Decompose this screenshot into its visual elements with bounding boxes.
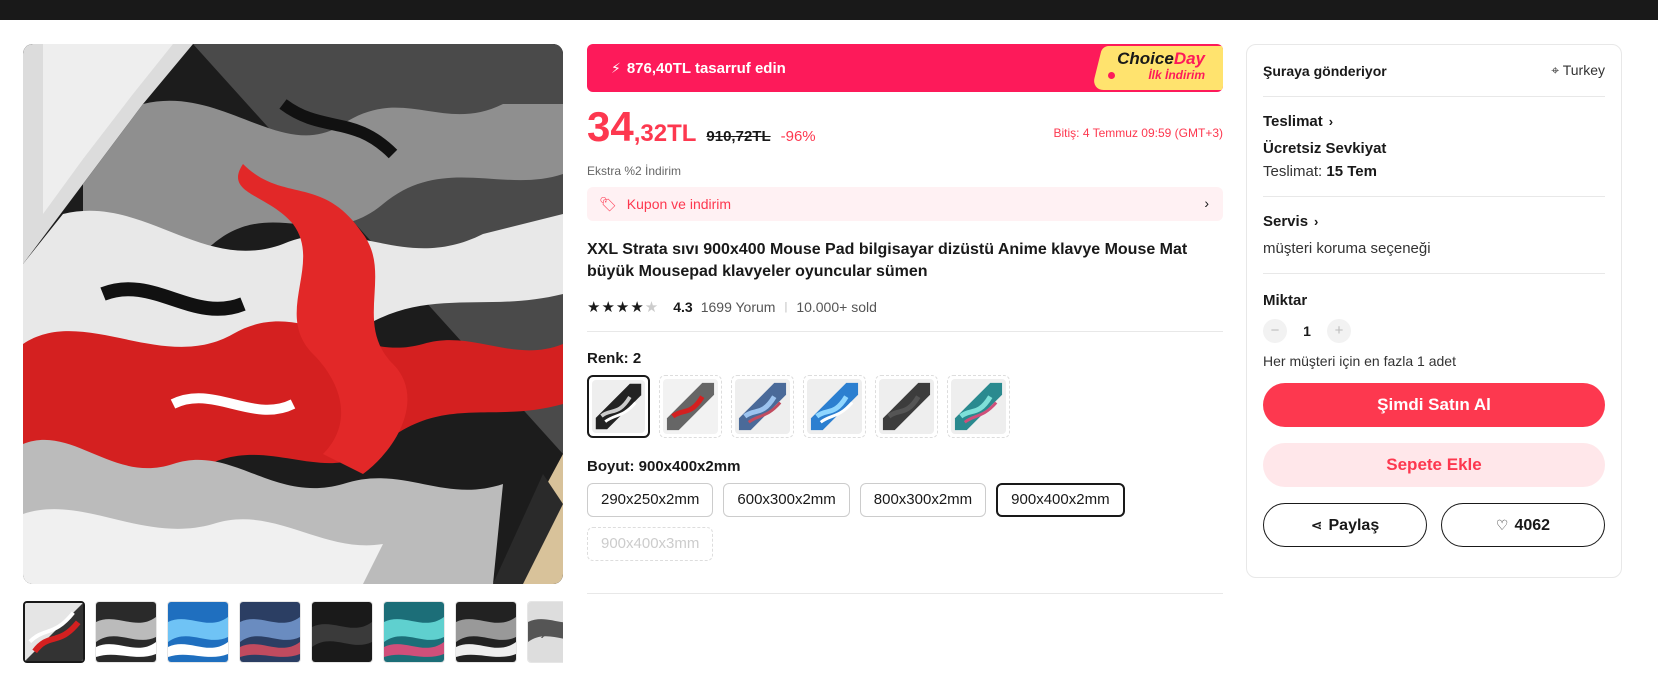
buy-now-button[interactable]: Şimdi Satın Al [1263, 383, 1605, 427]
wishlist-button[interactable]: ♡ 4062 [1441, 503, 1605, 547]
thumbnail[interactable] [167, 601, 229, 663]
review-count-link[interactable]: 1699 Yorum [701, 299, 776, 315]
add-to-cart-button[interactable]: Sepete Ekle [1263, 443, 1605, 487]
delivery-section: Teslimat › Ücretsiz Sevkiyat Teslimat: 15… [1263, 97, 1605, 197]
thumbnail[interactable] [239, 601, 301, 663]
share-button[interactable]: ⋖ Paylaş [1263, 503, 1427, 547]
chevron-right-icon: › [1204, 195, 1209, 211]
size-option-selected[interactable]: 900x400x2mm [996, 483, 1125, 517]
size-option[interactable]: 800x300x2mm [859, 483, 987, 517]
service-header[interactable]: Servis › [1263, 213, 1605, 230]
share-icon: ⋖ [1310, 517, 1323, 533]
badge-text-day: Day [1173, 49, 1205, 68]
thumbnail-strip [23, 601, 563, 665]
country-text: Turkey [1562, 62, 1605, 78]
minus-icon[interactable]: − [1263, 319, 1287, 343]
color-swatch[interactable] [803, 375, 866, 438]
color-label: Renk: 2 [587, 350, 642, 367]
size-option[interactable]: 600x300x2mm [723, 483, 850, 517]
size-label: Boyut: 900x400x2mm [587, 458, 741, 475]
color-swatch[interactable] [947, 375, 1010, 438]
star-rating-icon[interactable]: ★★★★★ [587, 298, 659, 316]
share-label: Paylaş [1328, 517, 1380, 534]
price-integer: 34 [587, 103, 634, 150]
size-options: 290x250x2mm 600x300x2mm 800x300x2mm 900x… [587, 483, 1147, 561]
service-title: Servis [1263, 213, 1309, 230]
extra-discount: Ekstra %2 İndirim [587, 164, 682, 178]
quantity-value[interactable]: 1 [1287, 323, 1327, 339]
coupon-bar[interactable]: 🏷 Kupon ve indirim › [587, 187, 1223, 221]
quantity-stepper: − 1 + [1263, 319, 1605, 343]
chevron-right-icon: › [1314, 214, 1319, 229]
divider [587, 331, 1223, 332]
badge-text-choice: Choice [1117, 49, 1174, 68]
thumbnail[interactable] [383, 601, 445, 663]
secondary-actions: ⋖ Paylaş ♡ 4062 [1263, 503, 1605, 547]
wishlist-count: 4062 [1514, 517, 1551, 534]
size-option-disabled: 900x400x3mm [587, 527, 714, 561]
size-option[interactable]: 290x250x2mm [587, 483, 714, 517]
product-title: XXL Strata sıvı 900x400 Mouse Pad bilgis… [587, 241, 1188, 280]
color-swatch[interactable] [731, 375, 794, 438]
quantity-limit: Her müşteri için en fazla 1 adet [1263, 353, 1456, 369]
badge-dot-icon [1108, 72, 1115, 79]
savings-text: 876,40TL tasarruf edin [626, 59, 786, 77]
price-decimal: ,32TL [633, 120, 697, 147]
ship-to-label: Şuraya gönderiyor [1263, 62, 1387, 79]
plus-icon[interactable]: + [1327, 319, 1351, 343]
service-section: Servis › müşteri koruma seçeneği [1263, 197, 1605, 274]
color-swatch[interactable] [587, 375, 650, 438]
product-info: ⚡ 876,40TL tasarruf edin ChoiceDay İlk İ… [587, 44, 1223, 594]
heart-icon: ♡ [1495, 517, 1509, 533]
lightning-icon: ⚡ [611, 59, 621, 76]
ship-to-country[interactable]: ⌖ Turkey [1551, 62, 1605, 79]
chevron-right-icon: › [1328, 114, 1334, 129]
separator: | [784, 301, 788, 313]
color-swatch[interactable] [875, 375, 938, 438]
delivery-header[interactable]: Teslimat › [1263, 113, 1605, 130]
original-price: 910,72TL [706, 128, 771, 145]
delivery-title: Teslimat [1263, 113, 1323, 130]
free-shipping: Ücretsiz Sevkiyat [1263, 140, 1387, 157]
discount-percent: -96% [780, 128, 816, 145]
delivery-prefix: Teslimat: [1263, 163, 1323, 180]
coupon-label: Kupon ve indirim [626, 196, 732, 212]
delivery-date: Teslimat: 15 Tem [1263, 163, 1605, 180]
rating-row: ★★★★★ 4.3 1699 Yorum | 10.000+ sold [587, 297, 1223, 317]
choice-day-label: ChoiceDay İlk İndirim [1117, 50, 1205, 81]
tag-icon: 🏷 [599, 195, 617, 212]
thumbnail-next-arrow-icon[interactable]: › [535, 623, 551, 647]
purchase-card: Şuraya gönderiyor ⌖ Turkey Teslimat › Ücr… [1246, 44, 1622, 578]
ship-to-row[interactable]: Şuraya gönderiyor ⌖ Turkey [1263, 45, 1605, 97]
price-row: 34 ,32TL 910,72TL -96% Bitiş: 4 Temmuz 0… [587, 106, 1223, 150]
quantity-label: Miktar [1263, 292, 1308, 309]
sale-end-time: Bitiş: 4 Temmuz 09:59 (GMT+3) [1053, 126, 1224, 140]
rating-value: 4.3 [673, 299, 693, 315]
location-pin-icon: ⌖ [1551, 62, 1563, 78]
main-product-image[interactable] [23, 44, 563, 584]
thumbnail[interactable] [455, 601, 517, 663]
thumbnail[interactable] [311, 601, 373, 663]
thumbnail[interactable] [23, 601, 85, 663]
sold-count: 10.000+ sold [796, 299, 877, 315]
divider [587, 593, 1223, 594]
color-options [587, 375, 1223, 438]
top-bar [0, 0, 1658, 20]
savings-banner: ⚡ 876,40TL tasarruf edin ChoiceDay İlk İ… [587, 44, 1223, 92]
thumbnail[interactable] [95, 601, 157, 663]
service-text: müşteri koruma seçeneği [1263, 240, 1431, 257]
badge-text-discount: İlk İndirim [1148, 68, 1205, 82]
delivery-date-value: 15 Tem [1326, 163, 1377, 180]
color-swatch[interactable] [659, 375, 722, 438]
